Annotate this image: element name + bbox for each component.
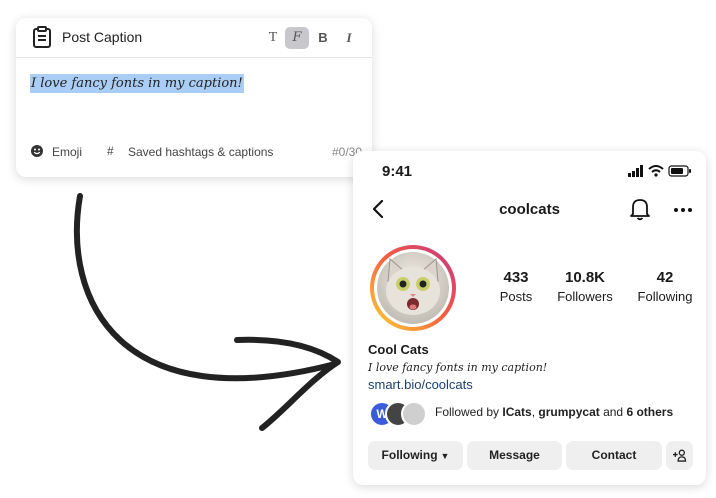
posts-count: 433 [503, 269, 529, 286]
emoji-button[interactable]: Emoji [52, 145, 82, 159]
stat-posts[interactable]: 433 Posts [481, 269, 551, 304]
caption-editor: Post Caption T F B I I love fancy fonts … [16, 18, 372, 177]
profile-display-name: Cool Cats [368, 342, 429, 357]
caption-textarea[interactable]: I love fancy fonts in my caption! [30, 74, 244, 93]
profile-preview: 9:41 coolcats 433 Posts 10.8K Followers … [353, 151, 706, 485]
battery-icon [668, 165, 691, 177]
editor-header: Post Caption T F B I [16, 18, 372, 58]
profile-bio: I love fancy fonts in my caption! [368, 361, 548, 374]
saved-hashtags-button[interactable]: Saved hashtags & captions [128, 145, 273, 159]
format-bold-button[interactable]: B [311, 27, 335, 49]
profile-username: coolcats [499, 201, 560, 218]
message-button[interactable]: Message [467, 441, 562, 470]
editor-footer: Emoji # Saved hashtags & captions #0/30 [16, 144, 372, 165]
editor-title: Post Caption [62, 29, 143, 45]
stat-following[interactable]: 42 Following [630, 269, 700, 304]
stat-followers[interactable]: 10.8K Followers [550, 269, 620, 304]
format-italic-button[interactable]: I [337, 27, 361, 49]
profile-avatar[interactable] [368, 243, 458, 333]
more-options-icon[interactable] [673, 207, 693, 213]
followed-by-text: Followed by ICats, grumpycat and 6 other… [435, 405, 674, 419]
followed-by-row[interactable]: W Followed by ICats, grumpycat and 6 oth… [369, 401, 699, 427]
emoji-icon[interactable] [31, 145, 43, 157]
followed-by-user: ICats [502, 405, 532, 419]
selected-caption-text: I love fancy fonts in my caption! [30, 74, 244, 93]
followers-count: 10.8K [564, 269, 606, 286]
posts-label: Posts [499, 289, 533, 304]
followed-by-user: grumpycat [538, 405, 600, 419]
following-button[interactable]: Following ▼ [368, 441, 463, 470]
wifi-icon [648, 165, 664, 177]
status-bar-icons [628, 165, 691, 177]
following-button-label: Following [381, 448, 438, 462]
followed-by-others: 6 others [626, 405, 674, 419]
profile-link[interactable]: smart.bio/coolcats [368, 377, 473, 392]
status-time: 9:41 [382, 163, 413, 180]
follower-avatar [401, 401, 427, 427]
followers-label: Followers [557, 289, 613, 304]
hashtag-icon[interactable]: # [107, 144, 114, 158]
signal-icon [628, 165, 643, 177]
chevron-down-icon: ▼ [440, 451, 450, 461]
clipboard-icon [33, 26, 51, 48]
format-fancy-font-button[interactable]: F [285, 27, 309, 49]
following-label: Following [637, 289, 693, 304]
add-user-icon [673, 449, 687, 463]
add-user-button[interactable] [666, 441, 693, 470]
format-text-button[interactable]: T [261, 27, 285, 49]
bell-icon[interactable] [629, 197, 651, 221]
following-count: 42 [656, 269, 674, 286]
contact-button[interactable]: Contact [566, 441, 662, 470]
